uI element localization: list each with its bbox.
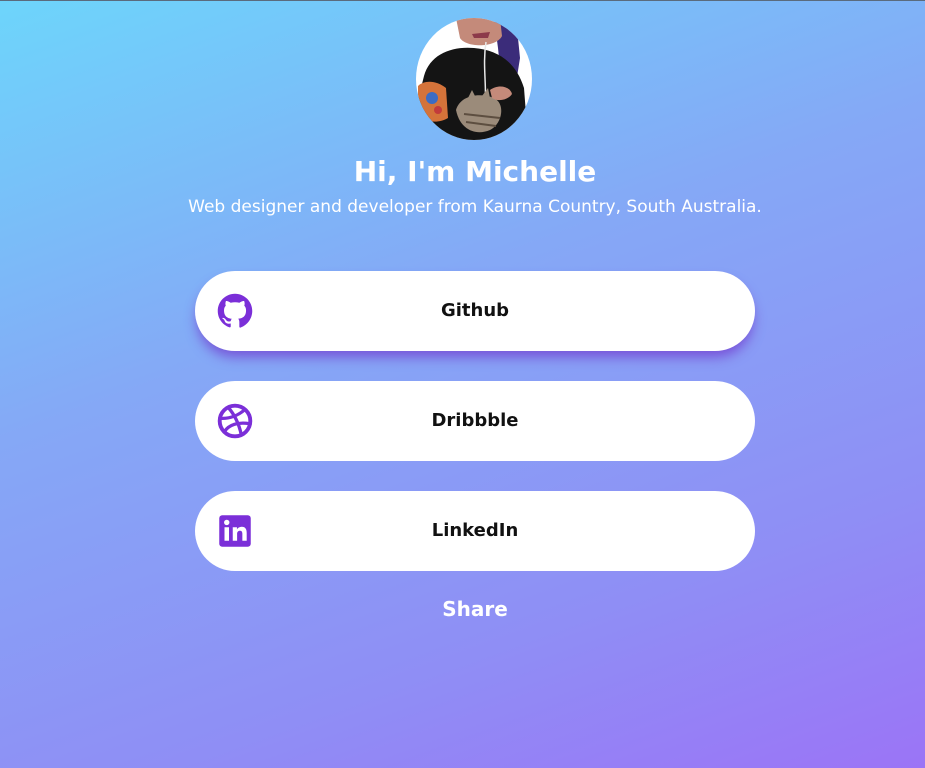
profile-name: Hi, I'm Michelle xyxy=(353,155,597,188)
avatar xyxy=(416,18,532,140)
dribbble-link-button[interactable]: Dribbble xyxy=(195,381,755,461)
linkedin-link-button[interactable]: LinkedIn xyxy=(195,491,755,571)
dribbble-label: Dribbble xyxy=(431,410,519,431)
avatar-illustration xyxy=(416,18,532,140)
window-top-border xyxy=(0,0,925,1)
linkedin-label: LinkedIn xyxy=(431,520,519,541)
share-link[interactable]: Share xyxy=(0,594,925,624)
profile-tagline: Web designer and developer from Kaurna C… xyxy=(188,197,762,217)
github-label: Github xyxy=(440,300,510,321)
github-link-button[interactable]: Github xyxy=(195,271,755,351)
